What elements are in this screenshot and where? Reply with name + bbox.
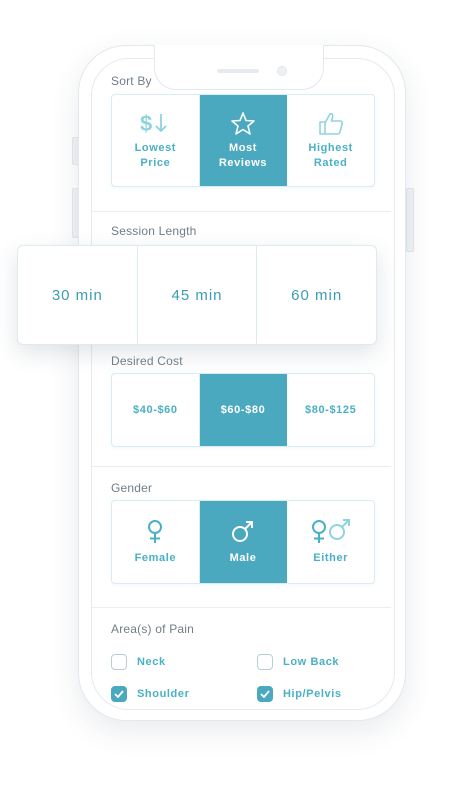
- gender-either-option[interactable]: Either: [287, 501, 374, 583]
- pain-low-back-label: Low Back: [283, 656, 340, 668]
- sort-lowest-price-line1: Lowest: [134, 141, 177, 154]
- sort-lowest-price-option[interactable]: $ Lowest Price: [112, 95, 200, 186]
- sort-lowest-price-line2: Price: [140, 156, 171, 169]
- male-icon: [232, 520, 253, 542]
- divider: [92, 607, 391, 608]
- phone-notch: [154, 45, 324, 90]
- gender-segmented-control: Female Male Either: [111, 500, 375, 584]
- cost-80-125-option[interactable]: $80-$125: [287, 374, 374, 446]
- sort-highest-rated-line1: Highest: [308, 141, 353, 154]
- desired-cost-segmented-control: $40-$60 $60-$80 $80-$125: [111, 373, 375, 447]
- sort-highest-rated-option[interactable]: Highest Rated: [287, 95, 374, 186]
- divider: [92, 466, 391, 467]
- session-30-min-option[interactable]: 30 min: [18, 246, 138, 344]
- star-icon: [231, 111, 255, 135]
- pain-hip-pelvis-checkbox[interactable]: Hip/Pelvis: [257, 686, 342, 702]
- checkbox-box[interactable]: [111, 686, 127, 702]
- checkbox-box[interactable]: [257, 654, 273, 670]
- pain-shoulder-label: Shoulder: [137, 688, 190, 700]
- pain-neck-label: Neck: [137, 656, 166, 668]
- gender-either-label: Either: [313, 551, 349, 564]
- checkbox-box[interactable]: [257, 686, 273, 702]
- gender-female-label: Female: [134, 551, 177, 564]
- svg-text:$: $: [140, 111, 153, 135]
- desired-cost-label: Desired Cost: [111, 354, 183, 368]
- sort-highest-rated-line2: Rated: [313, 156, 348, 169]
- female-icon: [148, 519, 163, 543]
- sort-by-segmented-control: $ Lowest Price Most Reviews Highest Rate…: [111, 94, 375, 187]
- sort-by-label: Sort By: [111, 74, 152, 88]
- pain-neck-checkbox[interactable]: Neck: [111, 654, 166, 670]
- camera: [277, 66, 287, 76]
- checkmark-icon: [260, 690, 270, 698]
- session-45-min-option[interactable]: 45 min: [138, 246, 258, 344]
- checkmark-icon: [114, 690, 124, 698]
- sort-most-reviews-option[interactable]: Most Reviews: [199, 95, 288, 186]
- area-of-pain-label: Area(s) of Pain: [111, 622, 195, 636]
- gender-label: Gender: [111, 481, 153, 495]
- cost-40-60-option[interactable]: $40-$60: [112, 374, 200, 446]
- speaker: [217, 69, 259, 73]
- pain-hip-pelvis-label: Hip/Pelvis: [283, 688, 342, 700]
- sort-most-reviews-line1: Most: [228, 141, 258, 154]
- session-60-min-option[interactable]: 60 min: [257, 246, 376, 344]
- session-length-label: Session Length: [111, 224, 197, 238]
- both-genders-icon: [311, 518, 350, 543]
- pain-low-back-checkbox[interactable]: Low Back: [257, 654, 339, 670]
- dollar-down-icon: $: [140, 111, 167, 135]
- checkbox-box[interactable]: [111, 654, 127, 670]
- cost-60-80-option[interactable]: $60-$80: [199, 374, 288, 446]
- divider: [92, 211, 391, 212]
- session-length-segmented-control: 30 min 45 min 60 min: [17, 245, 377, 345]
- power-button: [406, 188, 414, 252]
- pain-shoulder-checkbox[interactable]: Shoulder: [111, 686, 189, 702]
- thumbs-up-icon: [318, 112, 343, 135]
- gender-male-option[interactable]: Male: [199, 501, 288, 583]
- sort-most-reviews-line2: Reviews: [218, 156, 268, 169]
- gender-male-label: Male: [229, 551, 257, 564]
- gender-female-option[interactable]: Female: [112, 501, 200, 583]
